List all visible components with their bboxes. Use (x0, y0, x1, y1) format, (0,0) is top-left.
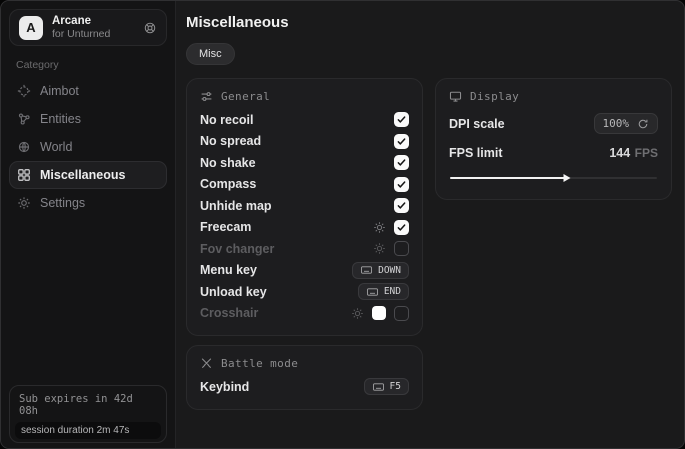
color-swatch[interactable] (372, 306, 386, 320)
settings-row: Unload key END (200, 281, 409, 303)
session-duration-text: session duration 2m 47s (15, 422, 161, 439)
sidebar-item-aimbot[interactable]: Aimbot (9, 77, 167, 105)
sidebar-nav: Aimbot Entities World (1, 77, 175, 217)
sidebar: A Arcane for Unturned Category (1, 1, 176, 448)
row-label: Fov changer (200, 242, 274, 256)
lifebuoy-icon[interactable] (143, 21, 157, 35)
settings-row: Unhide map (200, 195, 409, 217)
dpi-scale-label: DPI scale (449, 117, 505, 131)
subscription-card: Sub expires in 42d 08h session duration … (9, 385, 167, 443)
sidebar-item-miscellaneous[interactable]: Miscellaneous (9, 161, 167, 189)
sidebar-item-label: World (40, 140, 72, 154)
main-content: Miscellaneous Misc General (176, 1, 685, 448)
sidebar-item-settings[interactable]: Settings (9, 189, 167, 217)
row-label: No shake (200, 156, 256, 170)
keybind-value: END (384, 286, 401, 297)
settings-row: No recoil (200, 109, 409, 131)
battle-rows: Keybind F5 (200, 376, 409, 398)
entities-icon (17, 112, 31, 126)
row-label: Unhide map (200, 199, 272, 213)
settings-row: No spread (200, 131, 409, 153)
page-title: Miscellaneous (186, 14, 672, 31)
panel-title: General (221, 90, 270, 103)
fps-slider[interactable] (450, 174, 657, 182)
row-label: Freecam (200, 220, 251, 234)
row-label: Crosshair (200, 306, 258, 320)
app-logo: A (19, 16, 43, 40)
settings-row: No shake (200, 152, 409, 174)
row-label: Compass (200, 177, 256, 191)
keybind-button[interactable]: F5 (364, 378, 409, 395)
sidebar-item-world[interactable]: World (9, 133, 167, 161)
row-label: No recoil (200, 113, 254, 127)
keybind-button[interactable]: DOWN (352, 262, 409, 279)
sub-expires-text: Sub expires in 42d 08h (19, 393, 157, 417)
dpi-scale-stepper[interactable]: 100% (594, 113, 659, 134)
slider-thumb[interactable] (562, 173, 572, 183)
sidebar-item-entities[interactable]: Entities (9, 105, 167, 133)
settings-row: Freecam (200, 217, 409, 239)
checkbox[interactable] (394, 241, 409, 256)
row-label: Menu key (200, 263, 257, 277)
gear-icon[interactable] (351, 307, 364, 320)
settings-row: Keybind F5 (200, 376, 409, 398)
sliders-icon (200, 90, 213, 103)
category-label: Category (16, 59, 175, 71)
grid-icon (17, 168, 31, 182)
checkbox[interactable] (394, 112, 409, 127)
tab-misc[interactable]: Misc (186, 43, 235, 65)
sidebar-item-label: Entities (40, 112, 81, 126)
keyboard-icon (366, 287, 379, 297)
gear-icon (17, 196, 31, 210)
settings-row: Fov changer (200, 238, 409, 260)
panel-title: Battle mode (221, 357, 298, 370)
sidebar-item-label: Settings (40, 196, 85, 210)
keybind-value: F5 (390, 381, 401, 392)
swords-icon (200, 357, 213, 370)
general-panel: General No recoil No spread No shake Compas… (186, 78, 423, 336)
keybind-button[interactable]: END (358, 283, 409, 300)
row-label: Keybind (200, 380, 249, 394)
keyboard-icon (360, 265, 373, 275)
slider-fill (450, 177, 568, 179)
settings-row: Crosshair (200, 303, 409, 325)
general-rows: No recoil No spread No shake Compass Unhide … (200, 109, 409, 324)
checkbox[interactable] (394, 134, 409, 149)
row-label: No spread (200, 134, 261, 148)
fps-limit-label: FPS limit (449, 146, 502, 160)
sidebar-item-label: Miscellaneous (40, 168, 125, 182)
panel-title: Display (470, 90, 519, 103)
app-name: Arcane (52, 15, 134, 28)
fps-limit-unit: FPS (635, 146, 658, 160)
checkbox[interactable] (394, 177, 409, 192)
checkbox[interactable] (394, 306, 409, 321)
fps-limit-value: 144 (609, 146, 630, 160)
keyboard-icon (372, 382, 385, 392)
gear-icon[interactable] (373, 242, 386, 255)
settings-row: Compass (200, 174, 409, 196)
dpi-scale-value: 100% (603, 117, 630, 130)
keybind-value: DOWN (378, 265, 401, 276)
battle-mode-panel: Battle mode Keybind F5 (186, 345, 423, 410)
checkbox[interactable] (394, 220, 409, 235)
refresh-icon[interactable] (637, 118, 649, 130)
app-subtitle: for Unturned (52, 28, 134, 40)
display-panel: Display DPI scale 100% (435, 78, 672, 200)
app-window: A Arcane for Unturned Category (0, 0, 685, 449)
sidebar-item-label: Aimbot (40, 84, 79, 98)
crosshair-icon (17, 84, 31, 98)
row-label: Unload key (200, 285, 267, 299)
gear-icon[interactable] (373, 221, 386, 234)
app-header: A Arcane for Unturned (9, 9, 167, 46)
settings-row: Menu key DOWN (200, 260, 409, 282)
globe-icon (17, 140, 31, 154)
checkbox[interactable] (394, 198, 409, 213)
checkbox[interactable] (394, 155, 409, 170)
monitor-icon (449, 90, 462, 103)
